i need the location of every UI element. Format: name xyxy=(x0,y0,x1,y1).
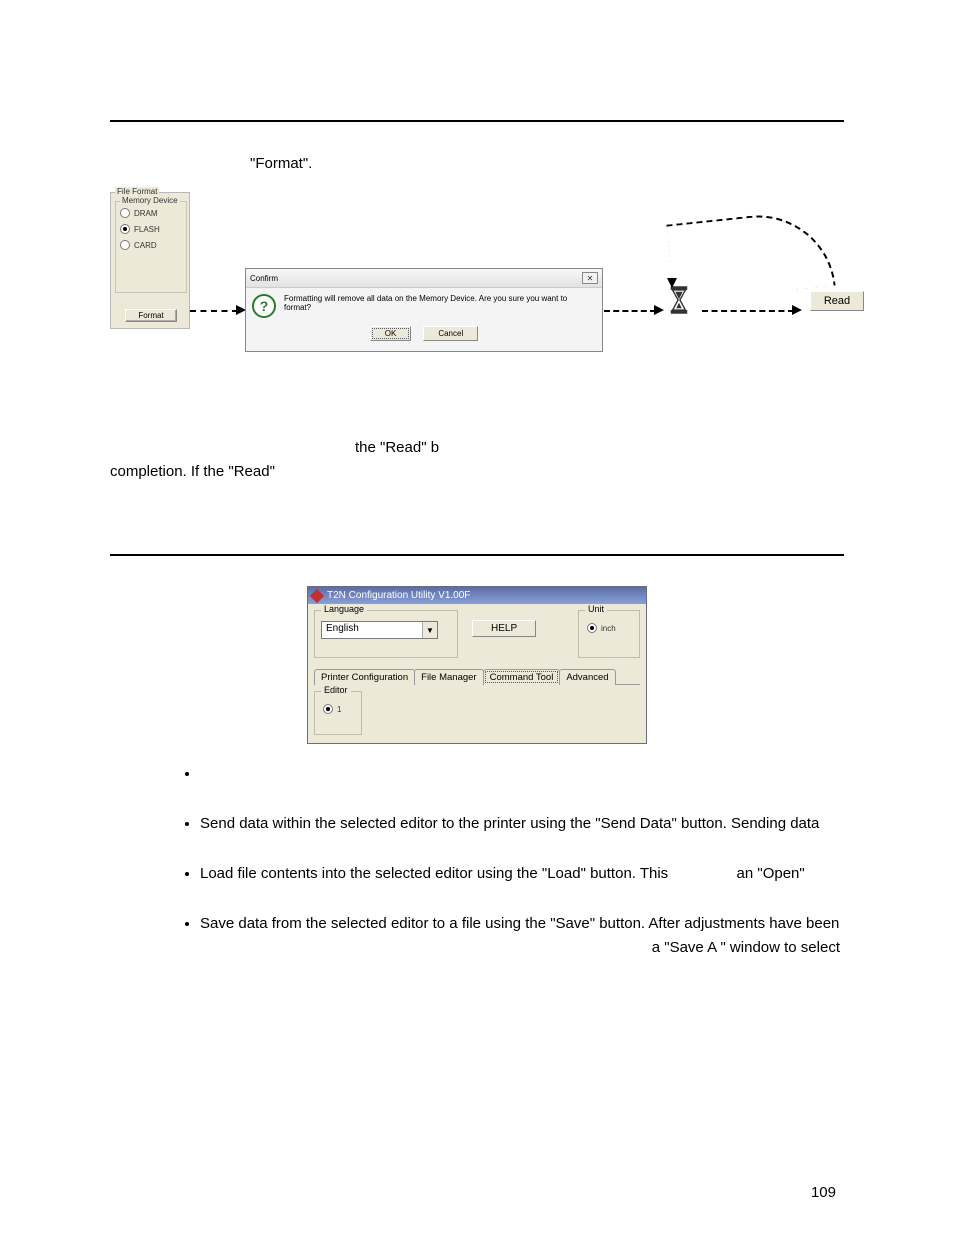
read-button[interactable]: Read xyxy=(810,291,864,311)
config-utility-window: T2N Configuration Utility V1.00F Languag… xyxy=(307,586,647,744)
app-icon xyxy=(310,588,324,602)
unit-label: Unit xyxy=(585,604,607,614)
horizontal-rule xyxy=(110,120,844,122)
tab-printer-configuration[interactable]: Printer Configuration xyxy=(314,669,415,685)
chevron-down-icon: ▼ xyxy=(422,622,437,638)
dialog-title-text: Confirm xyxy=(250,274,278,283)
editor-value: 1 xyxy=(337,705,341,714)
dialog-titlebar: Confirm ✕ xyxy=(246,269,602,288)
language-group: Language English ▼ xyxy=(314,610,458,658)
arrow-head-icon xyxy=(792,305,802,315)
figure-format-flow: File Format Memory Device DRAM FLASH CAR… xyxy=(110,186,844,396)
dialog-message: Formatting will remove all data on the M… xyxy=(284,294,596,312)
paragraph-fragment: completion. If the "Read" xyxy=(110,460,844,484)
ok-button[interactable]: OK xyxy=(370,326,412,341)
list-item: Send data within the selected editor to … xyxy=(200,812,844,836)
radio-icon xyxy=(587,623,597,633)
memory-device-group: Memory Device DRAM FLASH CARD xyxy=(115,201,187,293)
language-label: Language xyxy=(321,604,367,614)
page-number: 109 xyxy=(811,1184,836,1201)
language-select[interactable]: English ▼ xyxy=(321,621,438,639)
radio-icon xyxy=(120,224,130,234)
arrow-dash xyxy=(190,310,238,312)
radio-icon xyxy=(120,208,130,218)
radio-label: DRAM xyxy=(134,209,158,218)
cancel-button[interactable]: Cancel xyxy=(423,326,478,341)
arrow-head-icon xyxy=(654,305,664,315)
radio-card[interactable]: CARD xyxy=(116,234,186,250)
radio-inch[interactable]: inch xyxy=(585,621,633,635)
arc-dash xyxy=(666,208,835,303)
list-item xyxy=(200,762,844,786)
unit-group: Unit inch xyxy=(578,610,640,658)
tab-advanced[interactable]: Advanced xyxy=(559,669,615,685)
question-icon: ? xyxy=(252,294,276,318)
memory-device-label: Memory Device xyxy=(120,196,180,205)
window-title-text: T2N Configuration Utility V1.00F xyxy=(327,590,470,601)
language-value: English xyxy=(322,622,422,638)
window-titlebar: T2N Configuration Utility V1.00F xyxy=(308,587,646,604)
format-button[interactable]: Format xyxy=(125,309,177,322)
paragraph-fragment: the "Read" b xyxy=(110,436,844,460)
radio-editor-1[interactable]: 1 xyxy=(321,702,355,716)
arrow-dash xyxy=(604,310,656,312)
arrow-dash xyxy=(702,310,794,312)
tab-file-manager[interactable]: File Manager xyxy=(414,669,483,685)
list-item: Save data from the selected editor to a … xyxy=(200,912,844,960)
editor-label: Editor xyxy=(321,685,351,695)
close-icon[interactable]: ✕ xyxy=(582,272,598,284)
file-format-label: File Format xyxy=(115,187,159,196)
radio-icon xyxy=(323,704,333,714)
feature-list: Send data within the selected editor to … xyxy=(160,762,844,960)
radio-flash[interactable]: FLASH xyxy=(116,218,186,234)
radio-label: FLASH xyxy=(134,225,160,234)
radio-icon xyxy=(120,240,130,250)
intro-text: "Format". xyxy=(110,152,844,176)
confirm-dialog: Confirm ✕ ? Formatting will remove all d… xyxy=(245,268,603,352)
list-item: Load file contents into the selected edi… xyxy=(200,862,844,886)
help-button[interactable]: HELP xyxy=(472,620,536,637)
file-format-group: File Format Memory Device DRAM FLASH CAR… xyxy=(110,192,190,329)
radio-label: CARD xyxy=(134,241,157,250)
arrow-down-icon xyxy=(667,278,677,288)
tab-bar: Printer Configuration File Manager Comma… xyxy=(314,668,640,685)
horizontal-rule xyxy=(110,554,844,556)
editor-group: Editor 1 xyxy=(314,691,362,735)
tab-command-tool[interactable]: Command Tool xyxy=(483,669,561,685)
unit-value: inch xyxy=(601,624,616,633)
